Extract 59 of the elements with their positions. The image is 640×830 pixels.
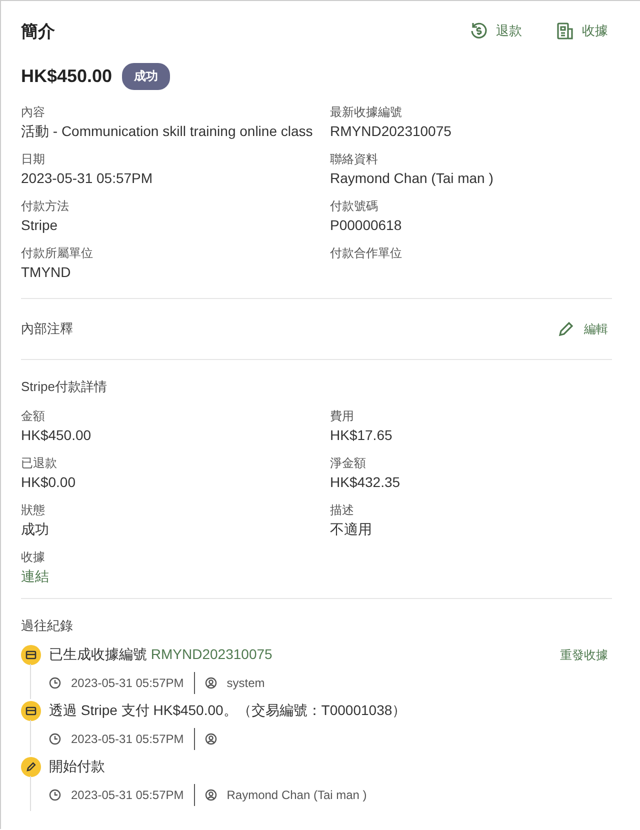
field-value: 2023-05-31 05:57PM [21, 169, 154, 188]
field-label: 付款合作單位 [330, 245, 403, 262]
history-entry-text: 透過 Stripe 支付 HK$450.00。（交易編號：T00001038） [49, 702, 408, 720]
field-value: Stripe [21, 216, 59, 235]
section-title: Stripe付款詳情 [21, 378, 108, 396]
field-label: 費用 [330, 408, 355, 425]
clock-icon [49, 677, 61, 689]
field-value: 成功 [21, 520, 50, 539]
field-label: 付款所屬單位 [21, 245, 94, 262]
card-icon [21, 701, 41, 721]
clock-icon [49, 789, 61, 801]
clock-icon [49, 733, 61, 745]
field-value: HK$0.00 [21, 473, 76, 492]
field-label: 淨金額 [330, 455, 367, 472]
field-label: 日期 [21, 151, 46, 168]
receipt-icon [556, 22, 574, 40]
refund-icon [470, 22, 488, 40]
timestamp: 2023-05-31 05:57PM [71, 732, 184, 746]
pencil-icon [21, 757, 41, 777]
field-value: Raymond Chan (Tai man ) [330, 169, 494, 188]
resend-receipt-button[interactable]: 重發收據 [556, 644, 612, 666]
pencil-icon [558, 321, 574, 337]
edit-button[interactable]: 編輯 [554, 316, 612, 342]
field-label: 描述 [330, 502, 355, 519]
user-icon [204, 789, 217, 801]
section-title: 簡介 [21, 20, 56, 42]
field-label: 狀態 [21, 502, 46, 519]
receipt-button[interactable]: 收據 [552, 18, 612, 44]
field-value: 不適用 [330, 520, 373, 539]
field-label: 付款號碼 [330, 198, 379, 215]
history-entry-text: 開始付款 [49, 758, 106, 776]
status-badge: 成功 [122, 63, 170, 90]
field-value: HK$432.35 [330, 473, 402, 492]
field-label: 付款方法 [21, 198, 70, 215]
user-name: system [226, 676, 265, 690]
refund-button[interactable]: 退款 [466, 18, 526, 44]
history-entry-text: 已生成收據編號 RMYND202310075 [49, 646, 274, 664]
field-label: 內容 [21, 104, 46, 121]
field-value: P00000618 [330, 216, 403, 235]
field-value: TMYND [21, 263, 72, 282]
section-title: 內部注釋 [21, 320, 74, 338]
amount: HK$450.00 [21, 66, 112, 87]
card-icon [21, 645, 41, 665]
user-icon [204, 677, 217, 689]
field-label: 收據 [21, 549, 46, 566]
field-label: 最新收據編號 [330, 104, 403, 121]
field-value[interactable]: 連結 [21, 568, 49, 584]
timestamp: 2023-05-31 05:57PM [71, 676, 184, 690]
section-title: 過往紀錄 [21, 618, 73, 633]
field-label: 已退款 [21, 455, 58, 472]
field-value: 活動 - Communication skill training online class [21, 122, 314, 141]
field-label: 金額 [21, 408, 46, 425]
timestamp: 2023-05-31 05:57PM [71, 788, 184, 802]
field-label: 聯絡資料 [330, 151, 379, 168]
field-value: HK$450.00 [21, 426, 92, 445]
field-value: HK$17.65 [330, 426, 394, 445]
user-name: Raymond Chan (Tai man ) [226, 788, 367, 802]
user-icon [204, 733, 217, 745]
field-value: RMYND202310075 [330, 122, 452, 141]
